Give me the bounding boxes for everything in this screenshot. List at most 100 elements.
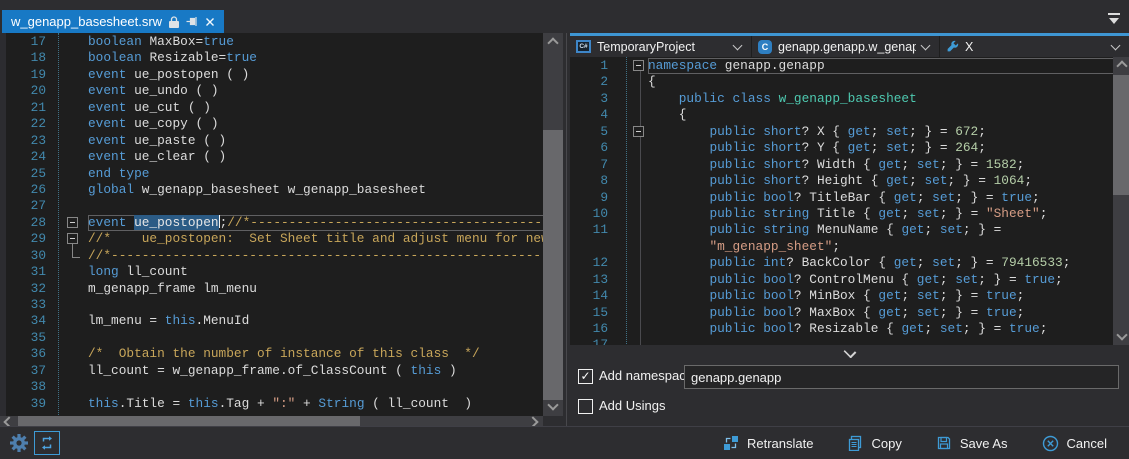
settings-button[interactable] [9, 433, 29, 453]
code-text[interactable]: event ue_undo ( ) [88, 83, 543, 99]
code-line[interactable]: "m_genapp_sheet"; [570, 239, 1113, 255]
retranslate-button[interactable]: Retranslate [723, 435, 813, 451]
code-line[interactable]: 20event ue_undo ( ) [0, 83, 543, 99]
code-line[interactable]: 3 public class w_genapp_basesheet [570, 91, 1113, 107]
code-line[interactable]: 25end type [0, 166, 543, 182]
code-line[interactable]: 8 public short? Height { get; set; } = 1… [570, 173, 1113, 189]
pin-icon[interactable] [186, 16, 198, 27]
code-text[interactable]: public string MenuName { get; set; } = [648, 222, 1113, 238]
code-text[interactable]: { [648, 107, 1113, 123]
class-dropdown[interactable]: C genapp.genapp.w_genap [752, 36, 940, 57]
code-line[interactable]: 11 public string MenuName { get; set; } … [570, 222, 1113, 238]
code-text[interactable]: boolean MaxBox=true [88, 34, 543, 50]
code-text[interactable]: public bool? Resizable { get; set; } = t… [648, 321, 1113, 337]
scroll-up-arrow-icon[interactable] [547, 37, 558, 48]
code-line[interactable]: 6 public short? Y { get; set; } = 264; [570, 140, 1113, 156]
code-line[interactable]: 22event ue_copy ( ) [0, 116, 543, 132]
scroll-down-arrow-icon[interactable] [1116, 329, 1127, 340]
code-line[interactable]: 18boolean Resizable=true [0, 50, 543, 66]
code-line[interactable]: 26global w_genapp_basesheet w_genapp_bas… [0, 182, 543, 198]
code-text[interactable]: { [648, 74, 1113, 90]
code-line[interactable]: 15 public bool? MaxBox { get; set; } = t… [570, 305, 1113, 321]
code-text[interactable]: event ue_cut ( ) [88, 100, 543, 116]
project-dropdown[interactable]: C# TemporaryProject [570, 36, 752, 57]
code-line[interactable]: 7 public short? Width { get; set; } = 15… [570, 157, 1113, 173]
code-text[interactable]: m_genapp_frame lm_menu [88, 281, 543, 297]
code-line[interactable]: 16 public bool? Resizable { get; set; } … [570, 321, 1113, 337]
code-line[interactable]: 30//*-----------------------------------… [0, 248, 543, 264]
code-text[interactable]: this.Title = this.Tag + ":" + String ( l… [88, 396, 543, 412]
code-text[interactable]: public bool? ControlMenu { get; set; } =… [648, 272, 1113, 288]
code-text[interactable] [88, 379, 543, 395]
code-text[interactable]: public class w_genapp_basesheet [648, 91, 1113, 107]
code-line[interactable]: 36/* Obtain the number of instance of th… [0, 346, 543, 362]
code-line[interactable]: 31long ll_count [0, 264, 543, 280]
code-text[interactable]: long ll_count [88, 264, 543, 280]
code-text[interactable]: public short? Y { get; set; } = 264; [648, 140, 1113, 156]
close-icon[interactable] [205, 17, 215, 27]
code-line[interactable]: 14 public bool? MinBox { get; set; } = t… [570, 288, 1113, 304]
code-text[interactable]: /* Obtain the number of instance of this… [88, 346, 543, 362]
code-text[interactable]: //*-------------------------------------… [88, 248, 543, 264]
code-text[interactable] [88, 198, 543, 214]
fold-collapse-icon[interactable] [67, 217, 78, 228]
code-text[interactable]: public bool? MinBox { get; set; } = true… [648, 288, 1113, 304]
fold-collapse-icon[interactable] [633, 60, 644, 71]
right-vertical-scrollbar[interactable] [1113, 57, 1129, 345]
code-line[interactable]: 27 [0, 198, 543, 214]
code-text[interactable] [88, 297, 543, 313]
code-text[interactable]: event ue_postopen ( ) [88, 67, 543, 83]
member-dropdown[interactable]: X [940, 36, 1129, 57]
window-list-dropdown-icon[interactable] [1106, 12, 1122, 26]
code-line[interactable]: 33 [0, 297, 543, 313]
code-line[interactable]: 13 public bool? ControlMenu { get; set; … [570, 272, 1113, 288]
save-as-button[interactable]: Save As [936, 435, 1008, 451]
code-text[interactable]: lm_menu = this.MenuId [88, 313, 543, 329]
add-namespace-checkbox[interactable]: ✓ [578, 369, 593, 384]
code-line[interactable]: 39this.Title = this.Tag + ":" + String (… [0, 396, 543, 412]
code-line[interactable]: 29//* ue_postopen: Set Sheet title and a… [0, 231, 543, 247]
code-line[interactable]: 2{ [570, 74, 1113, 90]
code-text[interactable]: public bool? TitleBar { get; set; } = tr… [648, 190, 1113, 206]
scroll-down-arrow-icon[interactable] [547, 399, 558, 410]
code-text[interactable]: public bool? MaxBox { get; set; } = true… [648, 305, 1113, 321]
code-line[interactable]: 5 public short? X { get; set; } = 672; [570, 124, 1113, 140]
left-horizontal-scrollbar-thumb[interactable] [18, 416, 360, 426]
code-line[interactable]: 35 [0, 330, 543, 346]
expand-code-chevron[interactable] [570, 345, 1129, 358]
fold-collapse-icon[interactable] [633, 126, 644, 137]
namespace-input[interactable] [684, 365, 1119, 389]
fold-collapse-icon[interactable] [67, 233, 78, 244]
code-text[interactable]: public short? X { get; set; } = 672; [648, 124, 1113, 140]
code-line[interactable]: 28event ue_postopen;//*-----------------… [0, 215, 543, 231]
code-line[interactable]: 4 { [570, 107, 1113, 123]
code-text[interactable]: event ue_copy ( ) [88, 116, 543, 132]
code-text[interactable]: event ue_postopen;//*-------------------… [88, 215, 543, 231]
code-line[interactable]: 1namespace genapp.genapp [570, 58, 1113, 74]
code-line[interactable]: 38 [0, 379, 543, 395]
code-text[interactable]: public short? Height { get; set; } = 106… [648, 173, 1113, 189]
left-vertical-scrollbar[interactable] [543, 33, 563, 416]
code-text[interactable]: ll_count = w_genapp_frame.of_ClassCount … [88, 363, 543, 379]
code-line[interactable]: 10 public string Title { get; set; } = "… [570, 206, 1113, 222]
scroll-up-arrow-icon[interactable] [1116, 60, 1127, 71]
code-text[interactable]: public int? BackColor { get; set; } = 79… [648, 255, 1113, 271]
code-line[interactable]: 17boolean MaxBox=true [0, 34, 543, 50]
pane-splitter[interactable] [563, 33, 570, 426]
code-line[interactable]: 12 public int? BackColor { get; set; } =… [570, 255, 1113, 271]
copy-button[interactable]: Copy [847, 435, 901, 451]
source-editor[interactable]: 17boolean MaxBox=true18boolean Resizable… [0, 33, 543, 417]
code-text[interactable] [88, 330, 543, 346]
code-text[interactable]: public string Title { get; set; } = "She… [648, 206, 1113, 222]
code-text[interactable]: event ue_clear ( ) [88, 149, 543, 165]
right-vertical-scrollbar-thumb[interactable] [1113, 75, 1129, 195]
code-line[interactable]: 21event ue_cut ( ) [0, 100, 543, 116]
code-line[interactable]: 32m_genapp_frame lm_menu [0, 281, 543, 297]
code-text[interactable]: "m_genapp_sheet"; [648, 239, 1113, 255]
left-vertical-scrollbar-thumb[interactable] [543, 130, 563, 400]
code-line[interactable]: 24event ue_clear ( ) [0, 149, 543, 165]
code-text[interactable]: global w_genapp_basesheet w_genapp_bases… [88, 182, 543, 198]
code-text[interactable]: //* ue_postopen: Set Sheet title and adj… [88, 231, 543, 247]
code-text[interactable]: boolean Resizable=true [88, 50, 543, 66]
document-tab[interactable]: w_genapp_basesheet.srw [2, 10, 224, 33]
